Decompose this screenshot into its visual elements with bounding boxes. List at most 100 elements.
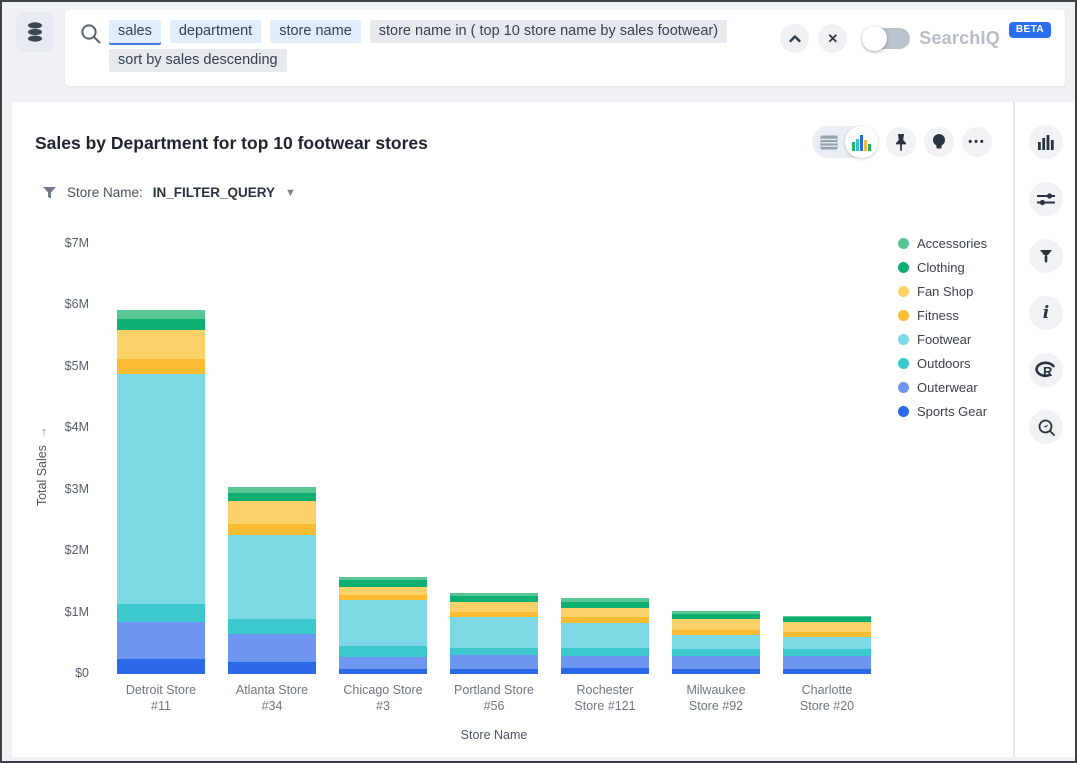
stacked-bar[interactable] <box>228 487 316 674</box>
bar-segment[interactable] <box>672 635 760 649</box>
bar-segment[interactable] <box>561 648 649 655</box>
search-token[interactable]: sort by sales descending <box>109 49 287 72</box>
chart-info-button[interactable]: i <box>1029 296 1063 330</box>
legend-item[interactable]: Sports Gear <box>898 399 987 423</box>
x-tick-label: Atlanta Store#34 <box>216 682 328 714</box>
bar-segment[interactable] <box>450 602 538 612</box>
r-analysis-button[interactable]: R <box>1029 353 1063 387</box>
bar-segment[interactable] <box>672 656 760 669</box>
stacked-bar[interactable] <box>561 598 649 674</box>
bar-segment[interactable] <box>117 319 205 330</box>
stacked-bar[interactable] <box>117 310 205 674</box>
legend-item[interactable]: Clothing <box>898 255 987 279</box>
x-axis-title: Store Name <box>439 728 549 742</box>
bar-segment[interactable] <box>561 608 649 618</box>
bar-segment[interactable] <box>450 655 538 669</box>
legend-dot <box>898 262 909 273</box>
legend-item[interactable]: Accessories <box>898 231 987 255</box>
edit-rail: i R <box>1014 102 1077 757</box>
bar-segment[interactable] <box>672 669 760 674</box>
bar-segment[interactable] <box>228 535 316 620</box>
bar-segment[interactable] <box>228 619 316 634</box>
bar-segment[interactable] <box>672 649 760 656</box>
bar-segment[interactable] <box>228 487 316 494</box>
bar-segment[interactable] <box>117 330 205 359</box>
bar-segment[interactable] <box>783 669 871 674</box>
bar-segment[interactable] <box>561 623 649 648</box>
clear-search-button[interactable]: ✕ <box>818 24 847 53</box>
bar-segment[interactable] <box>561 668 649 674</box>
bar-segment[interactable] <box>672 619 760 630</box>
bar-segment[interactable] <box>339 580 427 587</box>
bar-segment[interactable] <box>117 659 205 674</box>
stacked-bar[interactable] <box>450 593 538 674</box>
legend-item[interactable]: Fitness <box>898 303 987 327</box>
close-icon: ✕ <box>827 31 838 47</box>
change-visualization-button[interactable] <box>1029 125 1063 159</box>
search-bar-controls: ✕ SearchIQ BETA <box>780 24 1051 53</box>
legend-label: Fan Shop <box>917 284 973 299</box>
spotiq-analyze-button[interactable] <box>1029 410 1063 444</box>
bar-segment[interactable] <box>339 657 427 669</box>
legend-label: Fitness <box>917 308 959 323</box>
bar-segment[interactable] <box>117 310 205 319</box>
search-arrow-icon <box>1038 419 1055 436</box>
bar-segment[interactable] <box>228 634 316 662</box>
stacked-bar[interactable] <box>783 616 871 674</box>
bar-segment[interactable] <box>339 669 427 674</box>
bar-segment[interactable] <box>117 359 205 374</box>
search-token[interactable]: sales <box>109 20 161 43</box>
x-tick-label: RochesterStore #121 <box>549 682 661 714</box>
x-tick-label: Portland Store#56 <box>438 682 550 714</box>
bar-segment[interactable] <box>339 600 427 646</box>
search-token[interactable]: store name in ( top 10 store name by sal… <box>370 20 727 43</box>
searchiq-toggle[interactable] <box>864 28 910 49</box>
bar-segment[interactable] <box>783 656 871 670</box>
legend-item[interactable]: Footwear <box>898 327 987 351</box>
bar-segment[interactable] <box>228 501 316 524</box>
searchiq-label: SearchIQ <box>919 28 1000 49</box>
x-tick-label: MilwaukeeStore #92 <box>660 682 772 714</box>
data-source-button[interactable] <box>16 12 54 52</box>
search-bar[interactable]: sales department store name store name in (… <box>65 10 1065 86</box>
bar-segment[interactable] <box>117 374 205 604</box>
bar-segment[interactable] <box>450 648 538 655</box>
legend-dot <box>898 406 909 417</box>
bar-segment[interactable] <box>228 662 316 674</box>
search-token[interactable]: store name <box>270 20 361 43</box>
search-token-rows: sales department store name store name in (… <box>109 20 727 72</box>
stacked-bar[interactable] <box>672 611 760 674</box>
stacked-bar[interactable] <box>339 577 427 674</box>
bar-segment[interactable] <box>339 646 427 658</box>
info-icon: i <box>1043 303 1049 323</box>
bar-segment[interactable] <box>117 622 205 659</box>
bar-segment[interactable] <box>561 656 649 668</box>
bar-segment[interactable] <box>783 622 871 632</box>
database-icon <box>25 21 45 43</box>
legend-dot <box>898 310 909 321</box>
legend-dot <box>898 286 909 297</box>
bar-segment[interactable] <box>117 604 205 622</box>
y-tick-label: $5M <box>19 359 89 373</box>
bar-segment[interactable] <box>339 587 427 595</box>
collapse-search-button[interactable] <box>780 24 809 53</box>
bar-segment[interactable] <box>450 669 538 674</box>
bar-segment[interactable] <box>228 493 316 501</box>
y-tick-label: $2M <box>19 543 89 557</box>
y-tick-label: $1M <box>19 605 89 619</box>
bar-segment[interactable] <box>450 617 538 648</box>
bar-segment[interactable] <box>783 649 871 656</box>
legend-item[interactable]: Outerwear <box>898 375 987 399</box>
svg-text:R: R <box>1043 364 1053 379</box>
y-tick-label: $4M <box>19 420 89 434</box>
legend-item[interactable]: Outdoors <box>898 351 987 375</box>
brush-icon <box>1038 248 1054 264</box>
format-button[interactable] <box>1029 239 1063 273</box>
search-token[interactable]: department <box>170 20 261 43</box>
bar-segment[interactable] <box>783 637 871 649</box>
configure-chart-button[interactable] <box>1029 182 1063 216</box>
legend-item[interactable]: Fan Shop <box>898 279 987 303</box>
legend-label: Accessories <box>917 236 987 251</box>
y-tick-label: $3M <box>19 482 89 496</box>
bar-segment[interactable] <box>228 524 316 534</box>
